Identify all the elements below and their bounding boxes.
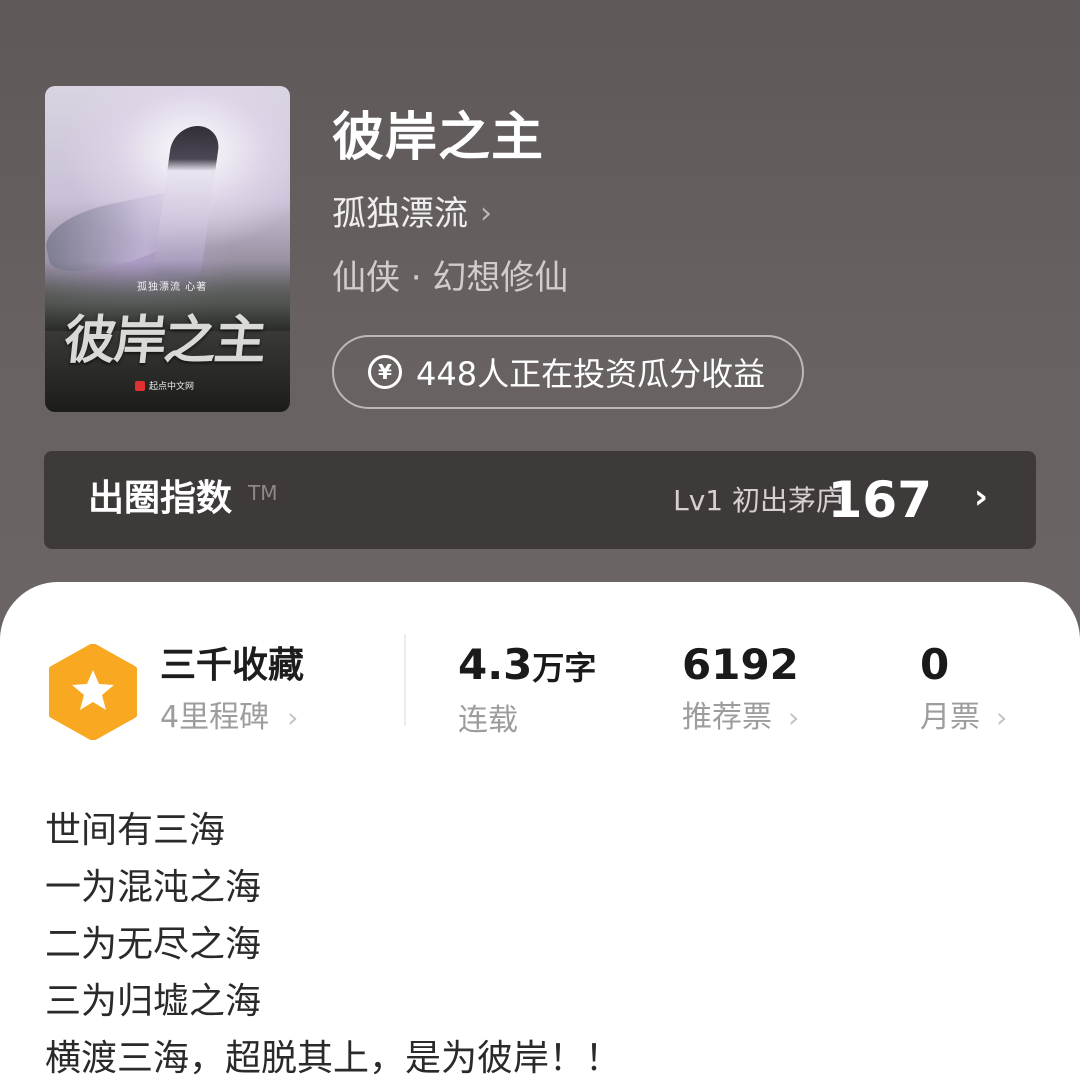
recommend-votes-stat[interactable]: 6192 推荐票 › <box>682 640 799 738</box>
monthly-votes-stat[interactable]: 0 月票 › <box>920 640 1007 738</box>
cover-art-figure <box>152 126 222 276</box>
milestone-label: 4里程碑 <box>160 700 270 735</box>
book-synopsis[interactable]: 世间有三海 一为混沌之海 二为无尽之海 三为归墟之海 横渡三海，超脱其上，是为彼… <box>45 802 621 1087</box>
author-link[interactable]: 孤独漂流 › <box>332 192 492 236</box>
recommend-votes-label: 推荐票 <box>682 700 772 735</box>
synopsis-line: 世间有三海 <box>45 810 226 851</box>
book-genre: 仙侠 · 幻想修仙 <box>332 258 569 298</box>
monthly-votes-label: 月票 <box>920 700 980 735</box>
chevron-right-icon: › <box>996 701 1008 734</box>
chevron-right-icon: › <box>973 477 988 517</box>
word-count-unit: 万字 <box>532 649 597 687</box>
collection-badge-icon <box>49 644 137 740</box>
word-count-stat: 4.3万字 连载 <box>458 640 596 741</box>
synopsis-line: 二为无尽之海 <box>45 924 262 965</box>
synopsis-line: 横渡三海，超脱其上，是为彼岸！！ <box>45 1038 622 1079</box>
publisher-name: 起点中文网 <box>149 382 195 392</box>
cover-title-art: 彼岸之主 <box>61 311 268 371</box>
breakout-index-label: 出圈指数 <box>88 478 233 519</box>
chevron-right-icon: › <box>480 196 492 231</box>
monthly-votes-value: 0 <box>920 640 950 689</box>
book-title: 彼岸之主 <box>332 107 545 168</box>
word-count-value: 4.3 <box>458 640 533 689</box>
recommend-votes-value: 6192 <box>682 640 799 689</box>
cover-publisher: 起点中文网 <box>135 379 194 392</box>
breakout-score: 167 <box>827 471 932 529</box>
serial-status-label: 连载 <box>458 703 518 738</box>
author-name: 孤独漂流 <box>332 194 468 234</box>
chevron-right-icon: › <box>788 701 800 734</box>
invest-label: 448人正在投资瓜分收益 <box>416 355 766 393</box>
synopsis-line: 一为混沌之海 <box>45 867 262 908</box>
publisher-logo-icon <box>135 380 145 391</box>
breakout-index-bar[interactable]: 出圈指数 TM Lv1 初出茅庐 167 › <box>44 451 1036 549</box>
synopsis-line: 三为归墟之海 <box>45 981 262 1022</box>
trademark-label: TM <box>248 481 278 505</box>
breakout-level: Lv1 初出茅庐 <box>673 484 844 517</box>
invest-button[interactable]: ¥ 448人正在投资瓜分收益 <box>332 335 804 409</box>
milestone-link[interactable]: 4里程碑 › <box>160 698 298 738</box>
yen-circle-icon: ¥ <box>368 355 402 389</box>
book-cover[interactable]: 孤独漂流 心著 彼岸之主 起点中文网 <box>45 86 290 412</box>
collection-title[interactable]: 三千收藏 <box>160 644 304 688</box>
cover-author-art: 孤独漂流 心著 <box>137 282 208 293</box>
chevron-right-icon: › <box>287 701 299 734</box>
stats-divider <box>404 634 406 726</box>
